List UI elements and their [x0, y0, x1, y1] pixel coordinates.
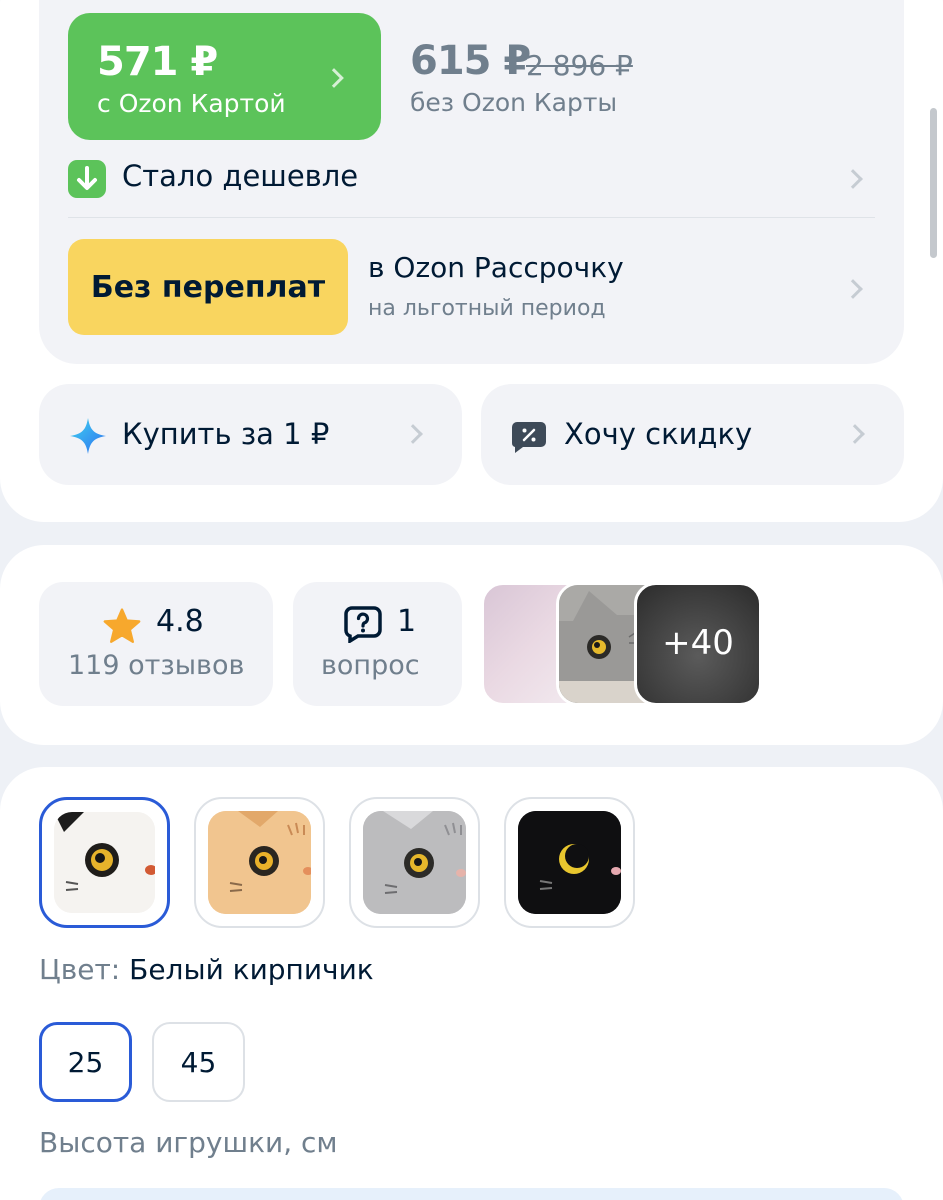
white-cat-toy-image [54, 812, 155, 913]
black-cat-toy-image [518, 811, 621, 914]
installment-badge: Без переплат [68, 239, 348, 335]
ozon-card-caption: с Ozon Картой [97, 89, 286, 118]
installment-title: в Ozon Рассрочку [368, 251, 624, 284]
review-photos-more-count: +40 [662, 623, 734, 663]
chevron-right-icon [845, 424, 865, 444]
scrollbar[interactable] [930, 108, 937, 258]
discount-chat-icon [511, 422, 546, 453]
color-swatch-orange[interactable] [194, 797, 325, 928]
arrow-down-icon [68, 160, 106, 198]
size-caption: Высота игрушки, см [39, 1126, 338, 1159]
color-swatch-gray[interactable] [349, 797, 480, 928]
questions-label: вопрос [321, 650, 420, 681]
chevron-right-icon [324, 68, 344, 88]
orange-cat-toy-image [208, 811, 311, 914]
color-value: Белый кирпичик [129, 953, 374, 986]
rating-value: 4.8 [156, 604, 204, 639]
regular-price-caption: без Ozon Карты [410, 88, 618, 117]
gray-cat-toy-image [363, 811, 466, 914]
ozon-card-price-button[interactable]: 571 ₽ с Ozon Картой [68, 13, 381, 140]
ozon-card-price: 571 ₽ [97, 39, 218, 85]
questions-count: 1 [397, 604, 417, 639]
color-swatch-white[interactable] [39, 797, 170, 928]
color-key: Цвет: [39, 953, 121, 986]
color-selection-label: Цвет: Белый кирпичик [39, 953, 374, 986]
questions-tile[interactable]: 1 вопрос [293, 582, 462, 706]
buy-for-1-label: Купить за 1 ₽ [122, 417, 330, 451]
next-section-bar [39, 1188, 904, 1200]
want-discount-label: Хочу скидку [564, 417, 753, 451]
regular-price: 615 ₽ [410, 38, 531, 84]
question-chat-icon [344, 606, 382, 643]
old-price: 2 896 ₽ [526, 49, 633, 82]
installment-subtitle: на льготный период [368, 296, 606, 321]
reviews-count: 119 отзывов [68, 650, 245, 681]
size-option-45[interactable]: 45 [152, 1022, 245, 1102]
review-photos-more[interactable]: +40 [634, 582, 762, 706]
want-discount-button[interactable]: Хочу скидку [481, 384, 904, 485]
size-option-25[interactable]: 25 [39, 1022, 132, 1102]
divider [68, 217, 875, 218]
buy-for-1-button[interactable]: Купить за 1 ₽ [39, 384, 462, 485]
price-drop-label: Стало дешевле [122, 159, 359, 193]
star-icon [103, 608, 141, 643]
chevron-right-icon [403, 424, 423, 444]
color-swatch-black[interactable] [504, 797, 635, 928]
sparkle-icon [70, 418, 106, 454]
rating-tile[interactable]: 4.8 119 отзывов [39, 582, 273, 706]
